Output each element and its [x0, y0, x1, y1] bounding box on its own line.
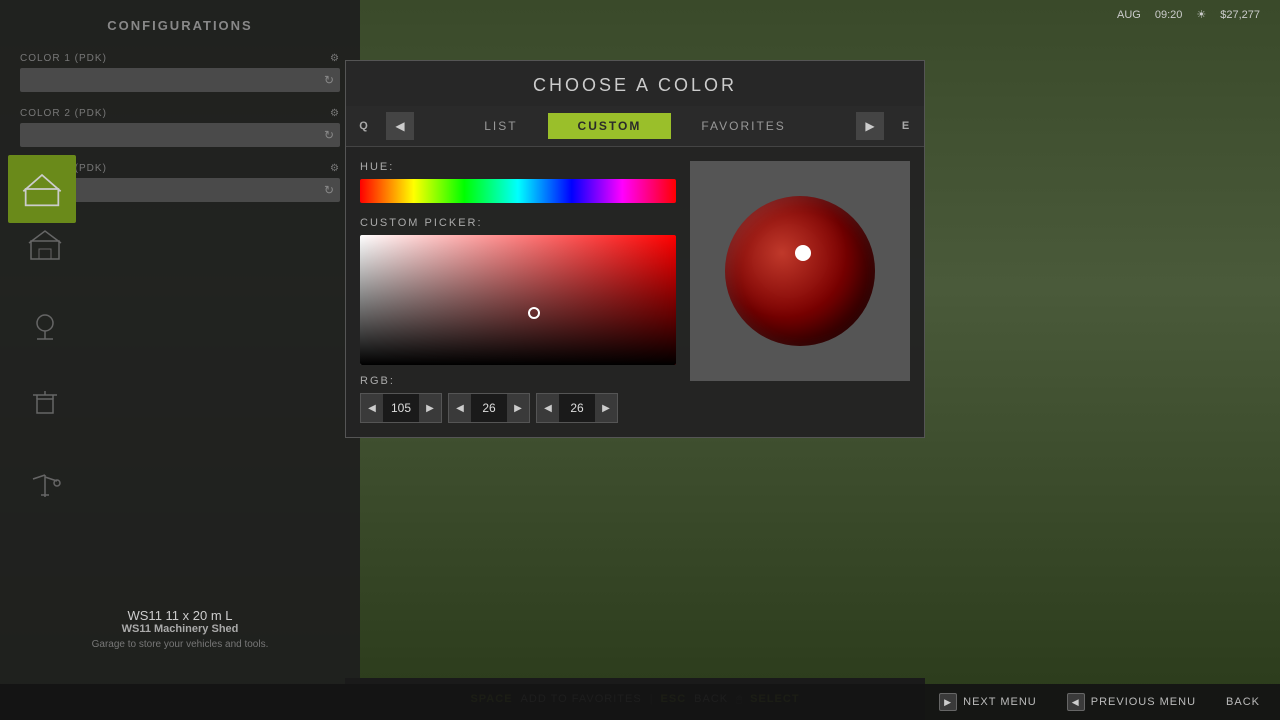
tab-list[interactable]: LIST [454, 113, 547, 139]
rgb-r-increment[interactable]: ▶ [419, 394, 441, 422]
sidebar-icon-barn[interactable] [20, 220, 70, 270]
dialog-content: HUE: CUSTOM PICKER: RGB: ◀ 105 ▶ [346, 147, 924, 437]
tab-nav-right[interactable]: ▶ [856, 112, 884, 140]
sidebar-building-info: WS11 11 x 20 m L WS11 Machinery Shed Gar… [0, 598, 360, 660]
rgb-g-decrement[interactable]: ◀ [449, 394, 471, 422]
custom-picker-section: CUSTOM PICKER: [360, 217, 676, 365]
rgb-b-group: ◀ 26 ▶ [536, 393, 618, 423]
footer-next-menu[interactable]: ▶ NEXT MENU [939, 693, 1037, 711]
color-slot-2[interactable]: COLOR 2 (PDK) ⚙ ↻ [0, 102, 360, 153]
rgb-section: RGB: ◀ 105 ▶ ◀ 26 ▶ ◀ 26 ▶ [360, 375, 676, 423]
building-subtitle: WS11 Machinery Shed [10, 623, 350, 635]
footer-previous-menu[interactable]: ◀ PREVIOUS MENU [1067, 693, 1196, 711]
building-name: WS11 11 x 20 m L [10, 608, 350, 623]
rgb-b-value: 26 [559, 397, 595, 419]
color-bar-2[interactable]: ↻ [20, 123, 340, 147]
sidebar-selected-icon[interactable] [8, 155, 76, 223]
tabs-bar: Q ◀ LIST CUSTOM FAVORITES ▶ E [346, 106, 924, 147]
sphere-preview [690, 161, 910, 381]
rgb-r-decrement[interactable]: ◀ [361, 394, 383, 422]
key-e: E [888, 116, 924, 136]
color-sphere [725, 196, 875, 346]
key-q: Q [346, 116, 382, 136]
hud-money: $27,277 [1220, 8, 1260, 21]
rgb-label: RGB: [360, 375, 676, 387]
sat-dark-overlay [360, 235, 676, 365]
rgb-b-decrement[interactable]: ◀ [537, 394, 559, 422]
tab-custom[interactable]: CUSTOM [548, 113, 672, 139]
sphere-highlight [795, 245, 811, 261]
picker-controls: HUE: CUSTOM PICKER: RGB: ◀ 105 ▶ [360, 161, 676, 423]
color-bar-1[interactable]: ↻ [20, 68, 340, 92]
sidebar-icons [20, 220, 70, 510]
sphere-preview-area [690, 161, 910, 423]
sidebar: CONFIGURATIONS COLOR 1 (PDK) ⚙ ↻ COLOR 2… [0, 0, 360, 720]
rgb-r-value: 105 [383, 397, 419, 419]
hud-top: AUG 09:20 ☀ $27,277 [1117, 8, 1260, 21]
hud-weather: ☀ [1196, 8, 1206, 21]
tab-nav-left[interactable]: ◀ [386, 112, 414, 140]
color-picker-dialog: CHOOSE A COLOR Q ◀ LIST CUSTOM FAVORITES… [345, 60, 925, 438]
dialog-title: CHOOSE A COLOR [346, 61, 924, 106]
hue-label: HUE: [360, 161, 676, 173]
color-slot-1[interactable]: COLOR 1 (PDK) ⚙ ↻ [0, 47, 360, 98]
rgb-g-increment[interactable]: ▶ [507, 394, 529, 422]
hud-time: 09:20 [1155, 8, 1183, 21]
color-bar-icon-3: ↻ [324, 183, 334, 197]
rgb-g-value: 26 [471, 397, 507, 419]
building-description: Garage to store your vehicles and tools. [10, 639, 350, 650]
footer-back[interactable]: BACK [1226, 696, 1260, 708]
hud-month: AUG [1117, 8, 1141, 21]
sidebar-icon-crane[interactable] [20, 460, 70, 510]
rgb-controls: ◀ 105 ▶ ◀ 26 ▶ ◀ 26 ▶ [360, 393, 676, 423]
rgb-r-group: ◀ 105 ▶ [360, 393, 442, 423]
sidebar-title: CONFIGURATIONS [0, 0, 360, 47]
tab-favorites[interactable]: FAVORITES [671, 113, 815, 139]
footer-bar: ▶ NEXT MENU ◀ PREVIOUS MENU BACK [0, 684, 1280, 720]
saturation-picker[interactable] [360, 235, 676, 365]
tabs-list: LIST CUSTOM FAVORITES [418, 113, 852, 139]
rgb-b-increment[interactable]: ▶ [595, 394, 617, 422]
color-bar-icon-2: ↻ [324, 128, 334, 142]
hue-slider[interactable] [360, 179, 676, 203]
sidebar-icon-silo[interactable] [20, 300, 70, 350]
sidebar-icon-well[interactable] [20, 380, 70, 430]
color-bar-icon-1: ↻ [324, 73, 334, 87]
rgb-g-group: ◀ 26 ▶ [448, 393, 530, 423]
custom-picker-label: CUSTOM PICKER: [360, 217, 676, 229]
building-icon [21, 168, 63, 210]
footer-key-next: ▶ [939, 693, 957, 711]
footer-key-prev: ◀ [1067, 693, 1085, 711]
